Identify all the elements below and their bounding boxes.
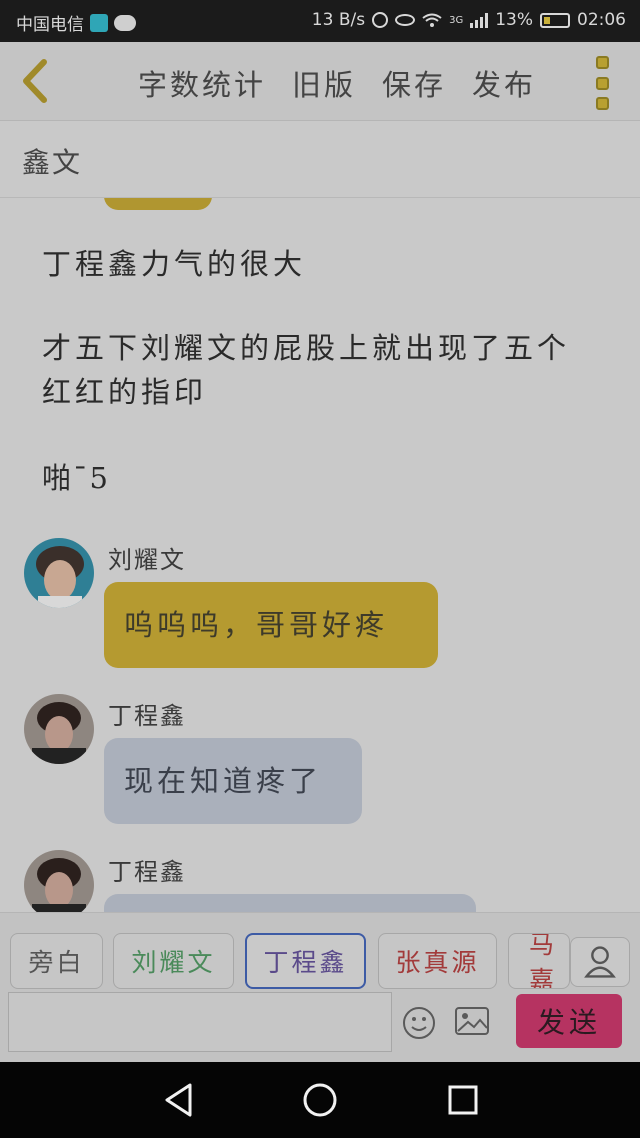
character-selector: 旁白 刘耀文 丁程鑫 张真源 马嘉 [0,912,640,993]
network-speed: 13 B/s [311,10,366,30]
message-bubble[interactable] [104,894,476,912]
nav-recent-icon[interactable] [448,1084,478,1116]
character-chip-ma-jiaqi[interactable]: 马嘉 [508,933,570,989]
wechat-icon [114,14,136,31]
smiley-icon[interactable] [402,1006,436,1040]
story-title-row[interactable]: 鑫文 [0,121,640,198]
eye-icon [395,14,416,26]
sender-name: 丁程鑫 [108,702,186,730]
send-button[interactable]: 发送 [516,994,622,1048]
alarm-icon [372,12,389,28]
story-title: 鑫文 [22,146,83,179]
network-type: 3G [449,14,464,26]
status-bar: 中国电信 13 B/s 3G 13% 02:06 [0,0,640,42]
sender-name: 丁程鑫 [108,858,186,886]
back-icon[interactable] [16,58,56,104]
message-bubble[interactable]: 现在知道疼了 [104,738,362,824]
save-button[interactable]: 保存 [382,62,446,104]
character-chip-ding-chengxin[interactable]: 丁程鑫 [245,933,366,989]
avatar-ding-chengxin[interactable] [24,850,94,912]
story-content[interactable]: 丁程鑫力气的很大 才五下刘耀文的屁股上就出现了五个红红的指印 啪ˉ5 刘耀文 呜… [0,198,640,912]
character-chip-liu-yaowen[interactable]: 刘耀文 [113,933,234,989]
old-version-button[interactable]: 旧版 [292,62,356,104]
wifi-icon [422,13,442,27]
clock-time: 02:06 [577,10,626,30]
person-icon[interactable] [570,937,630,987]
word-count-button[interactable]: 字数统计 [138,62,266,104]
more-menu-icon[interactable] [596,56,614,110]
message-bubble[interactable]: 呜呜呜，哥哥好疼 [104,582,438,668]
message-input[interactable] [8,992,392,1052]
character-chip-zhang-zhenyuan[interactable]: 张真源 [378,933,497,989]
input-bar: 发送 [0,992,640,1062]
avatar-liu-yaowen[interactable] [24,538,94,608]
image-icon[interactable] [454,1006,490,1036]
nav-back-icon[interactable] [162,1082,196,1118]
system-nav-bar [0,1062,640,1138]
narration-text: 丁程鑫力气的很大 [42,247,307,281]
battery-icon [540,12,570,28]
narration-text: 才五下刘耀文的屁股上就出现了五个红红的指印 [42,331,571,409]
avatar-ding-chengxin[interactable] [24,694,94,764]
publish-button[interactable]: 发布 [472,62,536,104]
sender-name: 刘耀文 [108,546,186,574]
narration-text: 啪ˉ5 [42,461,110,495]
shield-icon [90,13,108,32]
top-toolbar: 字数统计 旧版 保存 发布 [0,42,640,121]
toolbar-menu: 字数统计 旧版 保存 发布 [138,62,536,104]
battery-percent: 13% [495,10,533,30]
previous-message-bubble [104,198,212,210]
character-chip-narrator[interactable]: 旁白 [10,933,103,989]
nav-home-icon[interactable] [302,1082,338,1118]
signal-icon [470,12,489,28]
carrier-label: 中国电信 [16,15,84,35]
